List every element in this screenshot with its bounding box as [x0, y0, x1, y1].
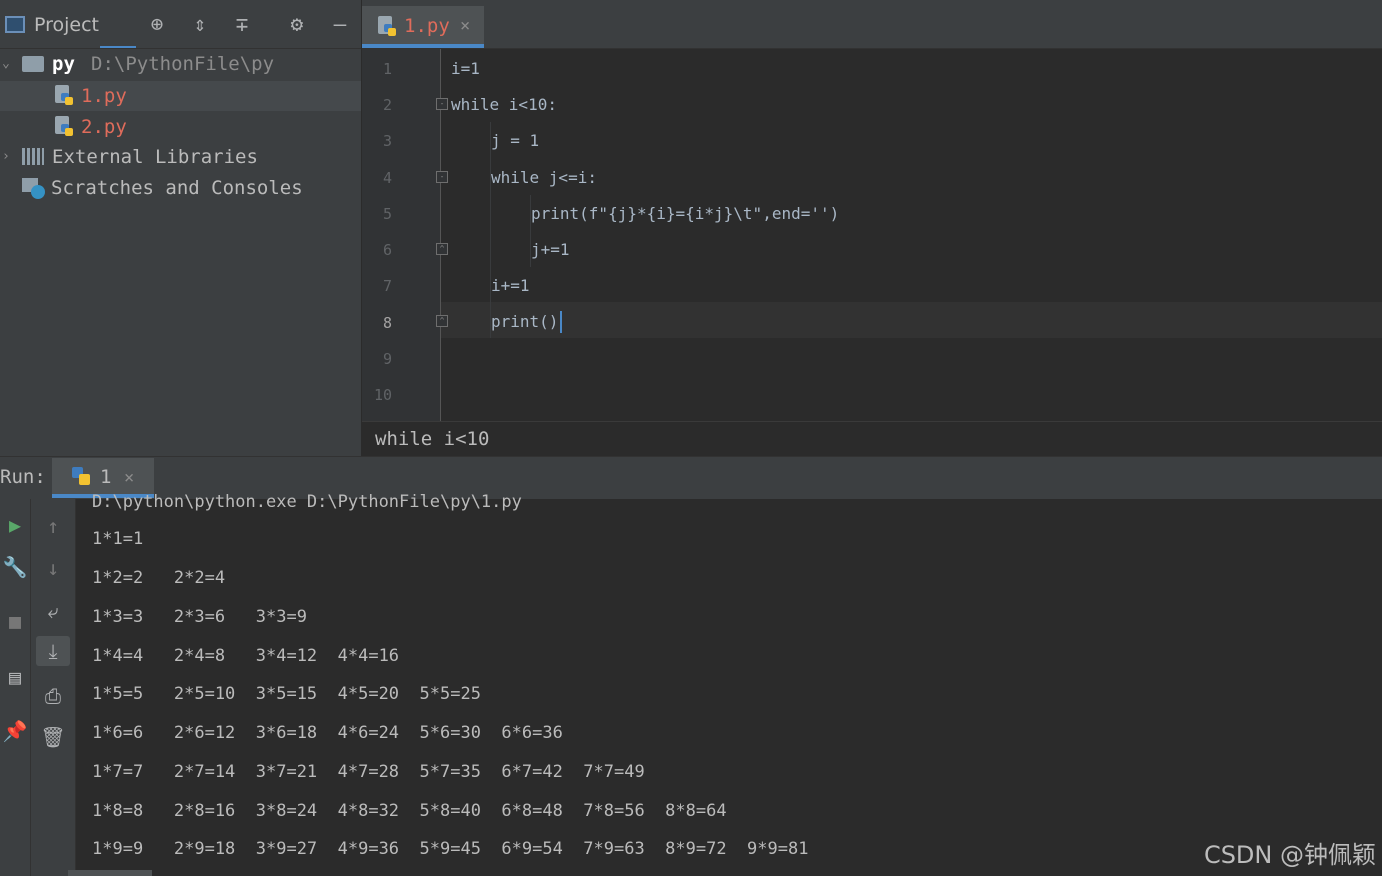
project-title[interactable]: Project — [34, 14, 99, 36]
soft-wrap-icon[interactable]: ⤶ — [38, 596, 68, 626]
watermark: CSDN @钟佩颖 — [1203, 841, 1376, 869]
line-number: 1 — [382, 60, 392, 78]
arrow-down-icon[interactable]: ↓ — [38, 553, 68, 583]
code-text: print(f"{j}*{i}={i*j}\t",end='') — [531, 204, 840, 223]
line-number: 4 — [382, 169, 392, 187]
scratches-label: Scratches and Consoles — [51, 177, 303, 199]
run-tab-label: 1 — [100, 466, 112, 488]
run-icon[interactable]: ▶ — [0, 510, 30, 540]
scroll-to-end-icon[interactable]: ⤓ — [36, 636, 70, 666]
tree-item-py-folder[interactable]: ⌄ py D:\PythonFile\py — [0, 49, 361, 79]
stop-icon[interactable]: ■ — [0, 606, 30, 636]
trash-icon[interactable]: 🗑 — [38, 722, 68, 752]
folder-name: py — [52, 53, 75, 75]
libraries-label: External Libraries — [52, 146, 258, 168]
console-line: 1*6=6 2*6=12 3*6=18 4*6=24 5*6=30 6*6=36 — [92, 723, 563, 743]
folder-icon — [22, 56, 44, 72]
libraries-icon — [22, 148, 44, 165]
folder-path: D:\PythonFile\py — [91, 53, 275, 75]
wrench-icon[interactable]: 🔧 — [0, 552, 30, 582]
arrow-up-icon[interactable]: ↑ — [38, 511, 68, 541]
fold-end-icon[interactable]: ^ — [436, 243, 448, 255]
fold-marker-icon[interactable]: - — [436, 171, 448, 183]
code-text: i=1 — [451, 59, 480, 78]
fold-marker-icon[interactable]: - — [436, 98, 448, 110]
file-name: 1.py — [81, 85, 127, 107]
console-command: D:\python\python.exe D:\PythonFile\py\1.… — [92, 492, 522, 512]
code-line-2[interactable]: while i<10: — [451, 93, 557, 117]
python-file-icon — [378, 16, 398, 38]
console-line: 1*7=7 2*7=14 3*7=21 4*7=28 5*7=35 6*7=42… — [92, 762, 645, 782]
tree-item-2py[interactable]: 2.py — [0, 112, 361, 142]
project-window-icon[interactable] — [5, 16, 25, 33]
code-text: j = 1 — [491, 131, 540, 150]
line-number: 8 — [382, 314, 392, 332]
locate-icon[interactable]: ⊕ — [145, 12, 169, 36]
tree-item-external-libraries[interactable]: › External Libraries — [0, 142, 361, 172]
code-text: j+=1 — [531, 240, 570, 259]
code-line-7[interactable]: i+=1 — [491, 274, 530, 298]
collapse-all-icon[interactable]: ∓ — [230, 12, 254, 36]
editor-tab-1py[interactable]: 1.py × — [362, 6, 484, 48]
editor-tab-underline — [362, 44, 484, 48]
indent-guide — [490, 122, 491, 338]
chevron-right-icon[interactable]: › — [2, 142, 10, 172]
python-file-icon — [55, 116, 75, 138]
console-line: 1*4=4 2*4=8 3*4=12 4*4=16 — [92, 646, 400, 666]
code-text: print() — [491, 312, 559, 331]
code-line-8[interactable]: print() — [491, 310, 558, 334]
line-number: 10 — [373, 386, 392, 404]
editor-tab-label: 1.py — [404, 15, 450, 37]
fold-end-icon[interactable]: ^ — [436, 315, 448, 327]
console-line: 1*2=2 2*2=4 — [92, 568, 226, 588]
console-line: 1*1=1 — [92, 529, 144, 549]
code-line-4[interactable]: while j<=i: — [491, 166, 597, 190]
project-title-underline — [100, 46, 136, 48]
code-line-3[interactable]: j = 1 — [491, 129, 539, 153]
editor-area[interactable] — [441, 49, 1382, 421]
expand-all-icon[interactable]: ⇕ — [188, 12, 212, 36]
close-icon[interactable]: × — [124, 468, 134, 488]
run-label: Run: — [0, 466, 46, 488]
python-file-icon — [55, 85, 75, 107]
tree-item-1py[interactable]: 1.py — [0, 81, 361, 111]
layout-icon[interactable]: ▤ — [0, 662, 30, 692]
breadcrumb-bar — [362, 421, 1382, 456]
line-number: 3 — [382, 132, 392, 150]
chevron-down-icon[interactable]: ⌄ — [2, 49, 10, 79]
breadcrumb[interactable]: while i<10 — [375, 428, 489, 450]
print-icon[interactable]: ⎙ — [38, 681, 68, 711]
horizontal-scrollbar[interactable] — [68, 870, 152, 876]
code-text: while j<=i: — [491, 168, 597, 187]
line-number: 5 — [382, 205, 392, 223]
code-line-6[interactable]: j+=1 — [531, 238, 570, 262]
line-number: 6 — [382, 241, 392, 259]
pin-icon[interactable]: 📌 — [0, 716, 30, 746]
console-line: 1*3=3 2*3=6 3*3=9 — [92, 607, 307, 627]
console-line: 1*5=5 2*5=10 3*5=15 4*5=20 5*5=25 — [92, 684, 481, 704]
python-icon — [72, 467, 92, 489]
current-line-highlight — [441, 302, 1382, 338]
line-number: 7 — [382, 277, 392, 295]
file-name: 2.py — [81, 116, 127, 138]
scratches-badge-icon — [31, 185, 45, 199]
line-number: 2 — [382, 96, 392, 114]
editor-tab-bar — [362, 0, 1382, 49]
code-line-1[interactable]: i=1 — [451, 57, 480, 81]
code-line-5[interactable]: print(f"{j}*{i}={i*j}\t",end='') — [531, 202, 839, 226]
gear-icon[interactable]: ⚙ — [285, 12, 309, 36]
minimize-icon[interactable]: — — [328, 12, 352, 36]
line-number: 9 — [382, 350, 392, 368]
code-text: while i<10: — [451, 95, 557, 114]
console-line: 1*9=9 2*9=18 3*9=27 4*9=36 5*9=45 6*9=54… — [92, 839, 809, 859]
text-cursor — [560, 311, 562, 333]
tree-item-scratches[interactable]: Scratches and Consoles — [0, 173, 361, 203]
console-line: 1*8=8 2*8=16 3*8=24 4*8=32 5*8=40 6*8=48… — [92, 801, 727, 821]
code-text: i+=1 — [491, 276, 530, 295]
close-icon[interactable]: × — [460, 16, 470, 36]
